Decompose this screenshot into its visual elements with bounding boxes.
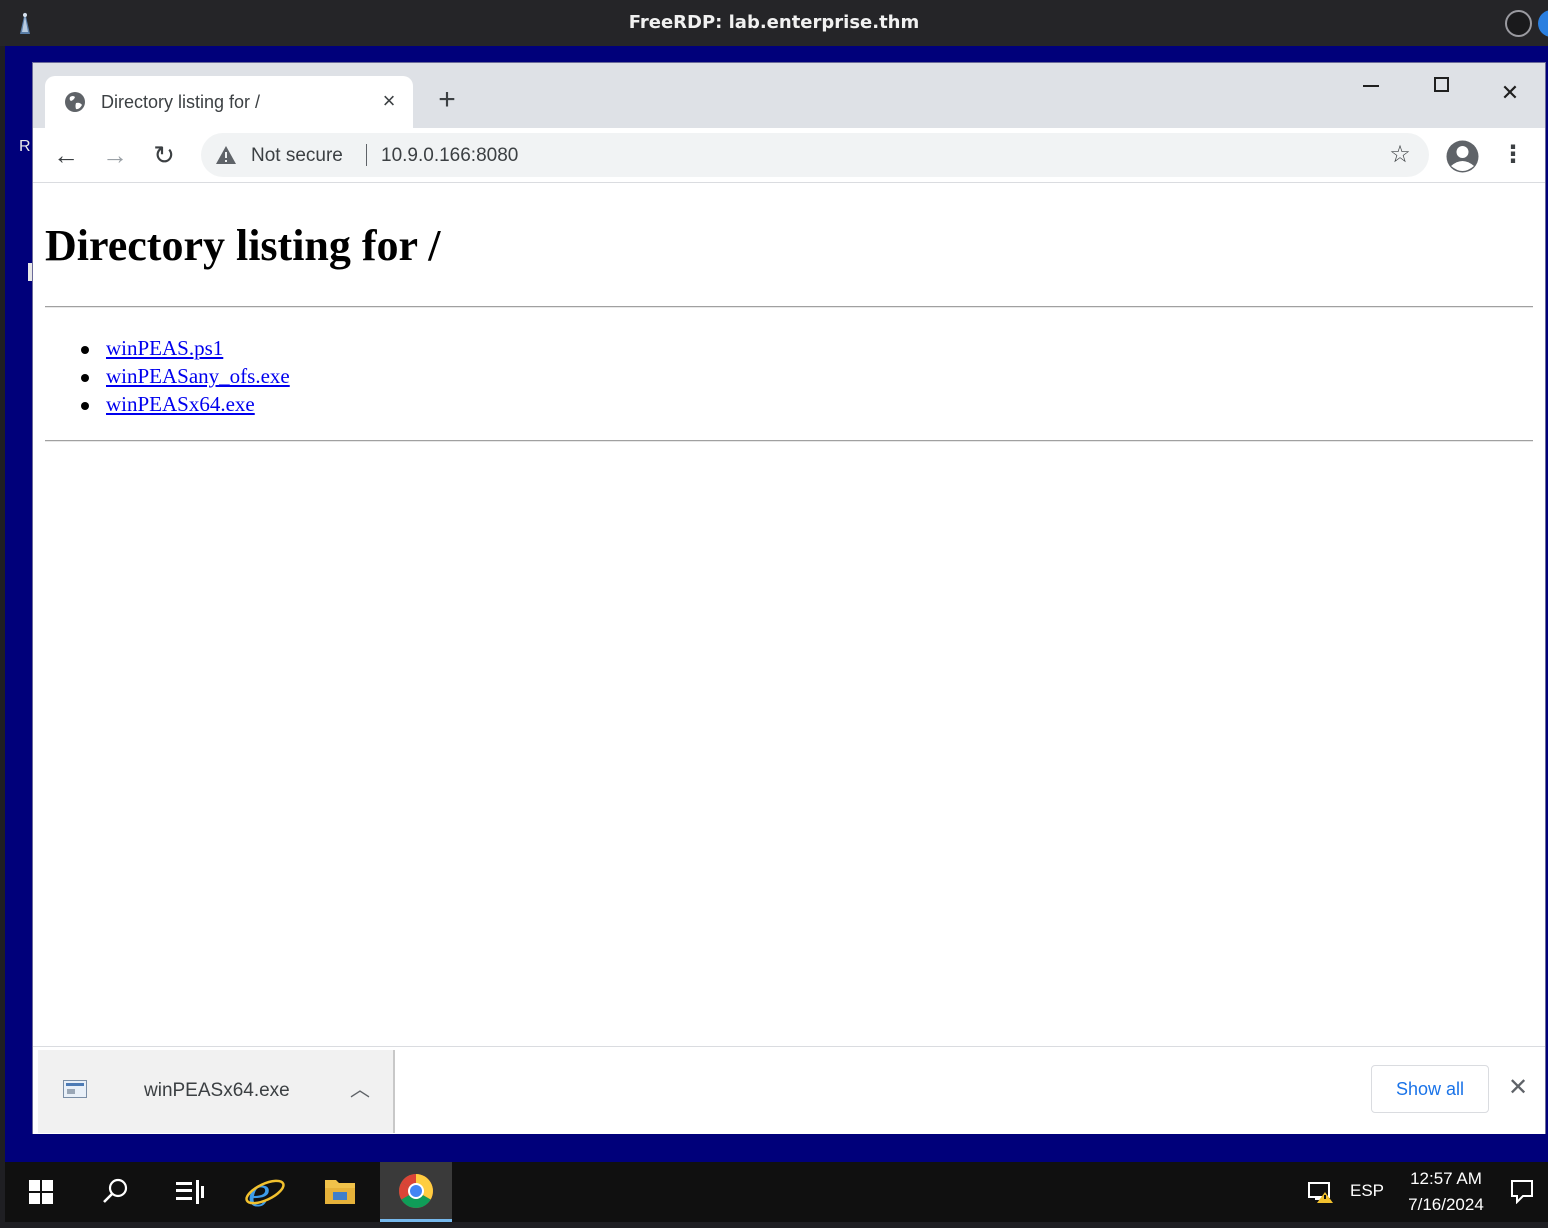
desktop-edge-text: R [19,138,31,155]
globe-icon [65,92,85,112]
security-label[interactable]: Not secure [251,145,343,167]
clock-date: 7/16/2024 [1408,1195,1484,1214]
minimize-button[interactable] [1351,73,1391,113]
chrome-window: Directory listing for / × + ✕ ← → ↻ Not … [32,62,1546,1134]
download-shelf: winPEASx64.exe ︿ Show all ✕ [33,1046,1545,1134]
chrome-taskbar-button[interactable] [380,1162,452,1222]
file-link[interactable]: winPEASany_ofs.exe [106,364,290,388]
tab-directory-listing[interactable]: Directory listing for / × [45,76,413,128]
tab-title: Directory listing for / [101,92,261,112]
list-item: winPEASany_ofs.exe [81,362,290,390]
search-button[interactable] [79,1162,151,1222]
warning-triangle-icon [216,146,236,164]
list-item: winPEAS.ps1 [81,334,290,362]
page-heading: Directory listing for / [45,221,441,270]
address-separator [366,144,367,166]
internet-explorer-icon: e [245,1171,285,1215]
download-filename: winPEASx64.exe [144,1080,290,1101]
clock[interactable]: 12:57 AM 7/16/2024 [1391,1166,1501,1218]
minimize-icon [1363,85,1379,87]
taskbar: e ESP 12:57 AM 7/16/2024 [5,1162,1548,1222]
rdp-titlebar: FreeRDP: lab.enterprise.thm [0,0,1548,46]
chrome-icon [399,1174,433,1208]
address-bar[interactable]: Not secure 10.9.0.166:8080 ☆ [201,133,1429,177]
maximize-icon [1434,77,1449,92]
bookmark-star-icon[interactable]: ☆ [1387,142,1413,168]
show-all-button[interactable]: Show all [1371,1065,1489,1113]
bottom-border [0,1222,1548,1228]
close-shelf-icon[interactable]: ✕ [1505,1075,1531,1101]
tab-strip: Directory listing for / × + ✕ [33,63,1545,128]
search-icon [103,1178,128,1203]
exe-file-icon [63,1080,87,1098]
file-explorer-icon [325,1180,355,1204]
start-icon [29,1180,53,1204]
rdp-window-button[interactable] [1505,10,1532,37]
forward-arrow-icon[interactable]: → [98,138,132,172]
file-explorer-button[interactable] [303,1162,375,1222]
file-list: winPEAS.ps1 winPEASany_ofs.exe winPEASx6… [81,334,290,418]
reload-icon[interactable]: ↻ [147,138,181,172]
notification-center-icon[interactable] [1509,1178,1535,1204]
rdp-window-title: FreeRDP: lab.enterprise.thm [628,12,920,33]
task-view-icon [176,1180,204,1204]
chevron-up-icon[interactable]: ︿ [348,1078,372,1102]
kebab-menu-icon[interactable]: ⋮ [1501,140,1525,170]
language-indicator[interactable]: ESP [1350,1181,1384,1201]
list-item: winPEASx64.exe [81,390,290,418]
profile-avatar-icon[interactable] [1446,140,1479,173]
start-button[interactable] [5,1162,77,1222]
browser-toolbar: ← → ↻ Not secure 10.9.0.166:8080 ☆ ⋮ [33,128,1545,183]
internet-explorer-button[interactable]: e [227,1162,299,1222]
network-warning-icon[interactable] [1307,1180,1335,1204]
download-item[interactable]: winPEASx64.exe ︿ [38,1050,395,1133]
page-content: Directory listing for / winPEAS.ps1 winP… [33,184,1545,1046]
back-arrow-icon[interactable]: ← [49,138,83,172]
clock-time: 12:57 AM [1410,1169,1482,1188]
file-link[interactable]: winPEASx64.exe [106,392,255,416]
url-text[interactable]: 10.9.0.166:8080 [381,145,518,167]
tab-close-icon[interactable]: × [378,90,400,112]
divider-top [45,306,1533,308]
new-tab-button[interactable]: + [432,85,462,115]
file-link[interactable]: winPEAS.ps1 [106,336,223,360]
divider-bottom [45,440,1533,442]
task-view-button[interactable] [153,1162,225,1222]
close-window-button[interactable]: ✕ [1490,73,1530,113]
